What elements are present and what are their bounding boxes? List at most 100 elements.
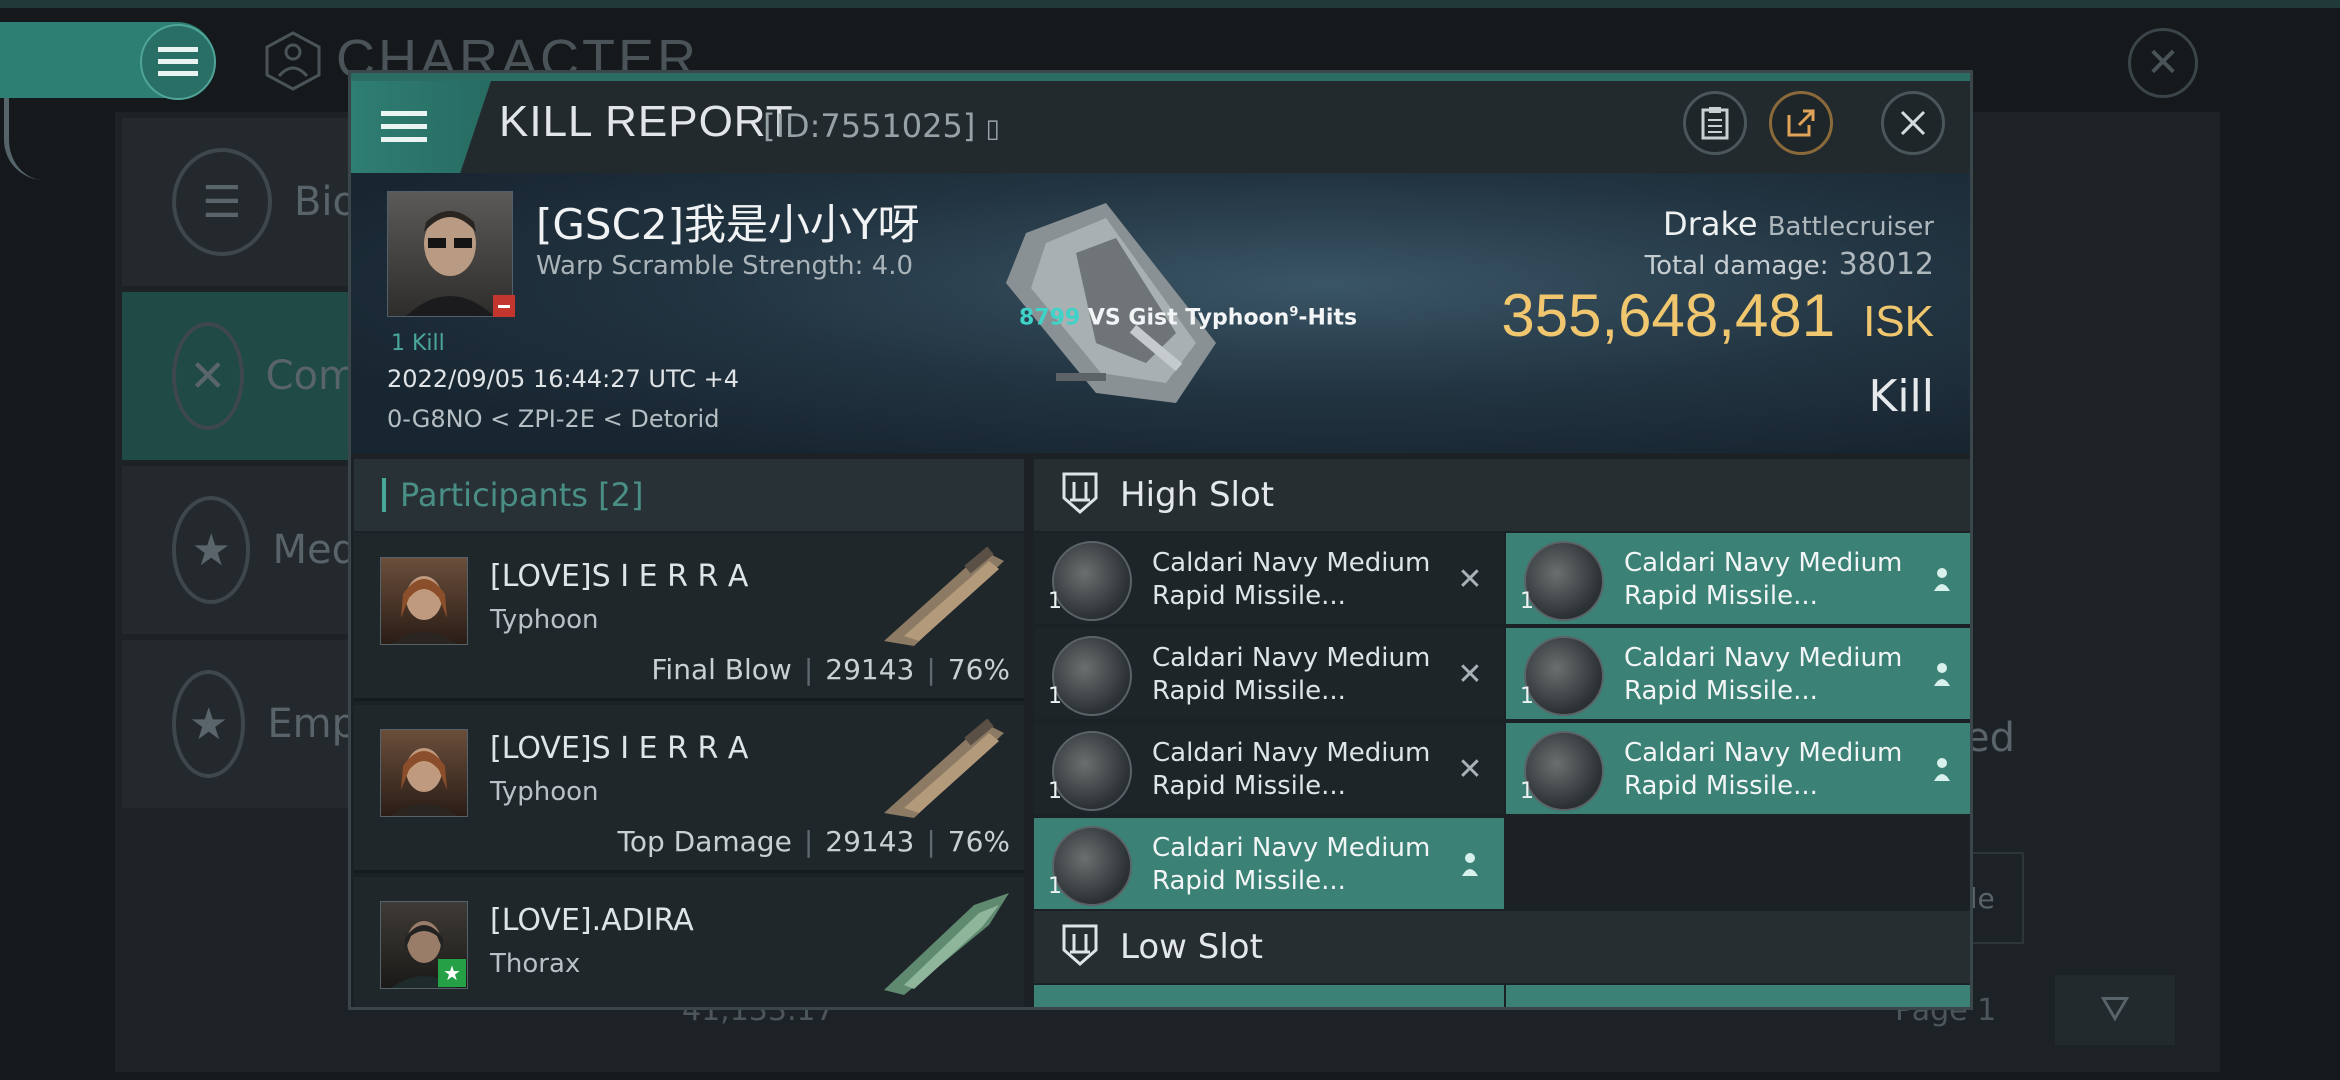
top-accent-line (0, 0, 2340, 8)
copy-icon[interactable]: ▯ (986, 114, 1000, 144)
kill-id-label: [ID:7551025] (763, 107, 976, 145)
module-slot[interactable]: 1 Caldari Navy Medium Rapid Missile... ✕ (1034, 723, 1504, 814)
missile-launcher-icon (1052, 731, 1132, 811)
module-slot[interactable] (1506, 985, 1970, 1007)
module-quantity: 1 (1520, 684, 1534, 709)
participants-label: Participants (400, 476, 588, 514)
share-button[interactable] (1769, 91, 1833, 155)
participant-row[interactable]: ★ [LOVE].ADIRA Thorax (354, 877, 1024, 1007)
kill-datetime: 2022/09/05 16:44:27 UTC +4 (387, 365, 739, 393)
module-name: Caldari Navy Medium Rapid Missile... (1624, 548, 1903, 611)
missile-launcher-icon (1524, 636, 1604, 716)
kill-count: 1 Kill (391, 331, 445, 356)
missile-launcher-icon (1052, 541, 1132, 621)
kill-location[interactable]: 0-G8NO < ZPI-2E < Detorid (387, 405, 719, 433)
module-name: Caldari Navy Medium Rapid Missile... (1624, 738, 1903, 801)
module-slot[interactable]: 1 Caldari Navy Medium Rapid Missile... (1034, 818, 1504, 909)
person-icon (1926, 753, 1958, 785)
module-name: Caldari Navy Medium Rapid Missile... (1152, 833, 1431, 896)
participant-damage: 29143 (825, 825, 915, 858)
victim-ship-name: Drake (1663, 205, 1758, 243)
participant-avatar (380, 729, 468, 817)
high-slot-header: High Slot (1034, 459, 1970, 531)
nav-item-label: Com (265, 353, 357, 399)
high-slot-icon (1060, 470, 1100, 520)
module-quantity: 1 (1048, 874, 1062, 899)
missile-launcher-icon (1524, 731, 1604, 811)
destroyed-icon: ✕ (1457, 656, 1483, 692)
module-quantity: 1 (1520, 589, 1534, 614)
high-slot-label: High Slot (1120, 475, 1275, 515)
missile-launcher-icon (1052, 826, 1132, 906)
victim-name[interactable]: [GSC2]我是小小Y呀 (536, 191, 920, 252)
participant-ship: Typhoon (490, 605, 599, 635)
module-slot[interactable]: 1 Caldari Navy Medium Rapid Missile... (1506, 533, 1970, 624)
nav-item-label: Emp (267, 701, 357, 747)
module-quantity: 1 (1048, 684, 1062, 709)
total-damage-value: 38012 (1838, 247, 1934, 282)
list-icon: ☰ (172, 148, 272, 256)
module-name: Caldari Navy Medium Rapid Missile... (1152, 738, 1431, 801)
module-name: Caldari Navy Medium Rapid Missile... (1624, 643, 1903, 706)
participant-name: [LOVE].ADIRA (490, 903, 694, 938)
module-slot[interactable]: 1 Caldari Navy Medium Rapid Missile... (1506, 628, 1970, 719)
participant-row[interactable]: [LOVE]S I E R R A Typhoon Top Damage | 291… (354, 705, 1024, 873)
module-slot[interactable] (1034, 985, 1504, 1007)
close-icon (1900, 110, 1926, 136)
missile-launcher-icon (1052, 636, 1132, 716)
module-name: Caldari Navy Medium Rapid Missile... (1152, 548, 1431, 611)
kill-report-dialog: KILL REPORT [ID:7551025] ▯ [GSC2]我是小小Y呀 … (348, 70, 1973, 1010)
result-label: Kill (1868, 371, 1934, 422)
participant-avatar (380, 557, 468, 645)
participant-stats: Top Damage | 29143 | 76% (617, 825, 1011, 858)
star-emblem-icon: ★ (172, 670, 246, 778)
low-slot-icon (1060, 922, 1100, 972)
nav-item-employment[interactable]: ★ Emp (122, 640, 357, 808)
vs-hits-text: VS Gist Typhoon (1080, 305, 1290, 331)
background-menu-icon[interactable] (140, 24, 216, 100)
destroyed-icon: ✕ (1457, 751, 1483, 787)
participant-name: [LOVE]S I E R R A (490, 731, 749, 766)
isk-unit: ISK (1863, 297, 1934, 346)
background-close-icon[interactable]: ✕ (2128, 28, 2198, 98)
victim-ship[interactable]: Drake Battlecruiser (1663, 205, 1934, 243)
module-slot[interactable]: 1 Caldari Navy Medium Rapid Missile... ✕ (1034, 628, 1504, 719)
participant-damage: 29143 (825, 653, 915, 686)
dialog-close-button[interactable] (1881, 91, 1945, 155)
clipboard-button[interactable] (1683, 91, 1747, 155)
low-slot-header: Low Slot (1034, 911, 1970, 983)
star-icon: ★ (438, 959, 466, 987)
clipboard-icon (1701, 107, 1729, 140)
participant-name: [LOVE]S I E R R A (490, 559, 749, 594)
participant-ship-image (874, 541, 1014, 651)
warp-scramble-strength: Warp Scramble Strength: 4.0 (536, 251, 914, 281)
nav-item-label: Med (272, 527, 357, 573)
participant-stats: Final Blow | 29143 | 76% (651, 653, 1010, 686)
nav-item-medals[interactable]: ★ Med (122, 466, 357, 634)
star-medal-icon: ★ (172, 496, 251, 604)
menu-icon (381, 111, 427, 142)
participants-bar (382, 478, 386, 512)
module-quantity: 1 (1048, 589, 1062, 614)
victim-ship-class: Battlecruiser (1767, 212, 1934, 242)
module-quantity: 1 (1520, 779, 1534, 804)
participants-header: Participants [2] (354, 459, 1024, 531)
vs-hits-number: 8799 (1019, 305, 1081, 331)
share-icon (1787, 109, 1815, 137)
total-damage-label: Total damage: (1644, 251, 1829, 281)
participant-ship: Thorax (490, 949, 581, 979)
module-quantity: 1 (1048, 779, 1062, 804)
isk-value: 355,648,481 ISK (1501, 281, 1934, 350)
vs-hits-suffix: -Hits (1298, 305, 1358, 331)
filter-icon[interactable]: ⛛ (2055, 975, 2175, 1045)
dialog-title: KILL REPORT (499, 97, 794, 146)
module-slot[interactable]: 1 Caldari Navy Medium Rapid Missile... ✕ (1034, 533, 1504, 624)
nav-item-combat[interactable]: ✕ Com (122, 292, 357, 460)
nav-item-bio[interactable]: ☰ Bio (122, 118, 357, 286)
person-icon (1926, 658, 1958, 690)
crossed-swords-icon: ✕ (172, 322, 244, 430)
participant-row[interactable]: [LOVE]S I E R R A Typhoon Final Blow | 291… (354, 533, 1024, 701)
low-slot-label: Low Slot (1120, 927, 1263, 967)
kill-id[interactable]: [ID:7551025] ▯ (763, 107, 1000, 145)
module-slot[interactable]: 1 Caldari Navy Medium Rapid Missile... (1506, 723, 1970, 814)
